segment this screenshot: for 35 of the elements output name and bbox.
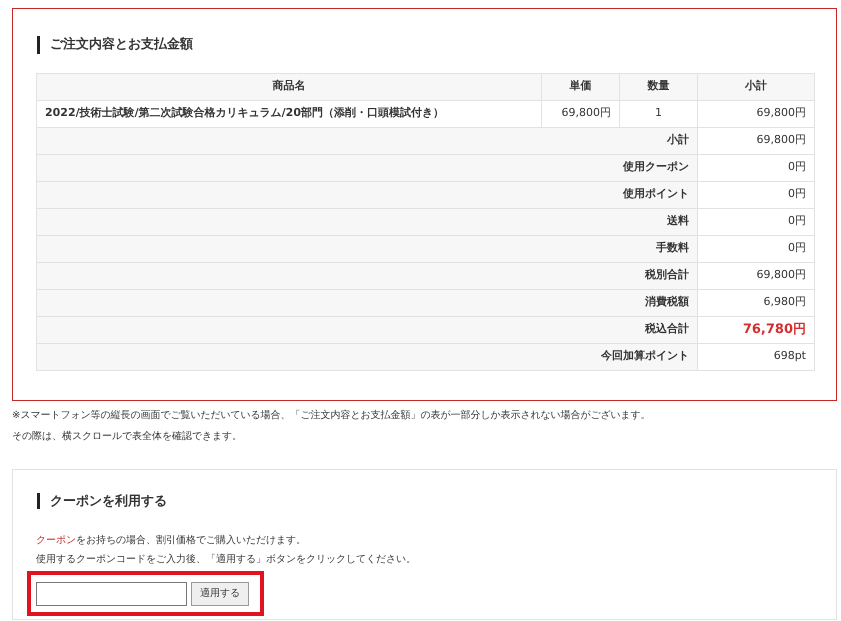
table-cell: 2022/技術士試験/第二次試験合格カリキュラム/20部門（添削・口頭模試付き） bbox=[36, 100, 542, 127]
table-cell: 使用ポイント bbox=[36, 181, 698, 208]
coupon-intro-text: クーポンをお持ちの場合、割引価格でご購入いただけます。 bbox=[36, 534, 307, 548]
table-cell: 76,780円 bbox=[698, 316, 814, 343]
coupon-instruction-text: 使用するクーポンコードをご入力後、「適用する」ボタンをクリックしてください。 bbox=[36, 552, 417, 567]
section-title: クーポンを利用する bbox=[50, 492, 167, 510]
column-header: 単価 bbox=[542, 73, 620, 100]
table-cell: 送料 bbox=[36, 208, 698, 235]
coupon-code-field[interactable] bbox=[36, 582, 187, 606]
coupon-link[interactable]: クーポン bbox=[36, 535, 76, 546]
table-cell: 0円 bbox=[698, 235, 814, 262]
table-cell: 698pt bbox=[698, 343, 814, 370]
table-cell: 税別合計 bbox=[36, 262, 698, 289]
table-cell: 0円 bbox=[698, 154, 814, 181]
table-cell: 今回加算ポイント bbox=[36, 343, 698, 370]
note-text: ※スマートフォン等の縦長の画面でご覧いただいている場合、「ご注文内容とお支払金額」の表が一部分しか表示されない場合がございます。 bbox=[12, 408, 652, 422]
table-cell: 1 bbox=[620, 100, 698, 127]
table-cell: 小計 bbox=[36, 127, 698, 154]
table-cell: 6,980円 bbox=[698, 289, 814, 316]
apply-button[interactable]: 適用する bbox=[191, 582, 249, 606]
column-header: 小計 bbox=[698, 73, 814, 100]
table-cell: 消費税額 bbox=[36, 289, 698, 316]
table-cell: 0円 bbox=[698, 208, 814, 235]
column-header: 商品名 bbox=[36, 73, 542, 100]
table-cell: 69,800円 bbox=[542, 100, 620, 127]
column-header: 数量 bbox=[620, 73, 698, 100]
section-title: ご注文内容とお支払金額 bbox=[50, 36, 193, 54]
table-cell: 税込合計 bbox=[36, 316, 698, 343]
table-cell: 69,800円 bbox=[698, 127, 814, 154]
table-cell: 69,800円 bbox=[698, 100, 814, 127]
note-text: その際は、横スクロールで表全体を確認できます。 bbox=[12, 430, 243, 444]
table-cell: 手数料 bbox=[36, 235, 698, 262]
table-cell: 0円 bbox=[698, 181, 814, 208]
table-cell: 69,800円 bbox=[698, 262, 814, 289]
table-cell: 使用クーポン bbox=[36, 154, 698, 181]
